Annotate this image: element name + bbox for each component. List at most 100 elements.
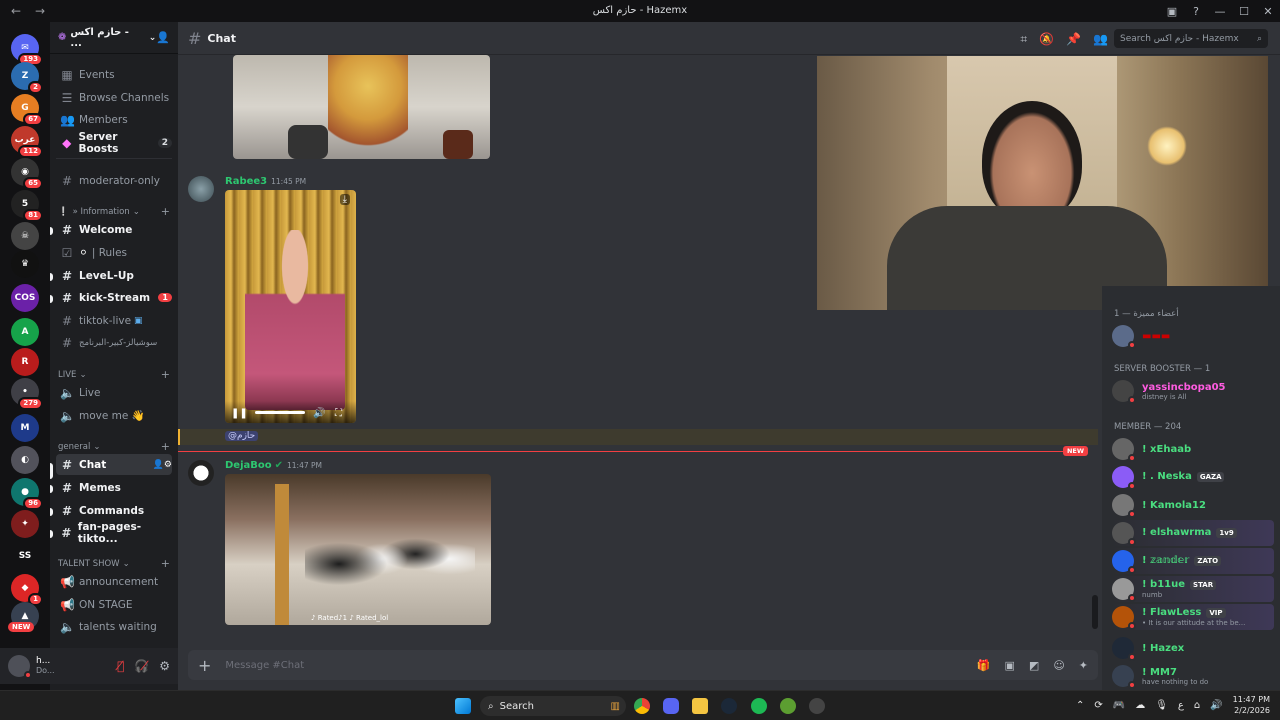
pin-icon[interactable]: 📌 bbox=[1066, 32, 1081, 47]
user-mention[interactable]: @حازم bbox=[225, 431, 259, 441]
server-icon[interactable]: ◐ bbox=[11, 446, 39, 474]
volume-icon[interactable]: 🔊 bbox=[313, 408, 325, 419]
server-icon[interactable]: • 279 bbox=[11, 378, 43, 410]
emoji-icon[interactable]: ☺ bbox=[1053, 659, 1064, 672]
channel-moderator-only[interactable]: # moderator-only bbox=[56, 170, 172, 191]
category-talent-show[interactable]: TALENT SHOW ⌄ + bbox=[58, 557, 170, 570]
server-icon[interactable]: COS bbox=[11, 284, 39, 312]
mute-notifications-icon[interactable]: 🔕 bbox=[1039, 32, 1054, 47]
channel-level-up[interactable]: # LeveL-Up bbox=[56, 265, 172, 286]
close-button[interactable]: ✕ bbox=[1256, 5, 1280, 18]
app-icon[interactable] bbox=[780, 698, 796, 714]
threads-icon[interactable]: ⌗ bbox=[1020, 32, 1027, 47]
gaming-icon[interactable]: 🎮 bbox=[1113, 700, 1125, 711]
category-live[interactable]: LIVE ⌄ + bbox=[58, 368, 170, 381]
channel-rules[interactable]: ☑ ⚪ | Rules bbox=[56, 242, 172, 263]
server-icon[interactable]: عرب 112 bbox=[11, 126, 43, 158]
server-icon[interactable]: Z2 bbox=[11, 62, 43, 94]
server-icon[interactable]: A bbox=[11, 318, 39, 346]
voice-talents-waiting[interactable]: 🔈 talents waiting bbox=[56, 616, 172, 637]
invite-icon[interactable]: 👤 bbox=[156, 31, 170, 44]
cloud-icon[interactable]: ☁ bbox=[1135, 700, 1145, 711]
server-icon[interactable]: ◉ 65 bbox=[11, 158, 43, 190]
chevron-up-icon[interactable]: ⌃ bbox=[1076, 700, 1084, 711]
discord-icon[interactable] bbox=[663, 698, 679, 714]
gear-icon[interactable]: ⚙ bbox=[159, 659, 170, 673]
scrollbar[interactable] bbox=[1092, 595, 1098, 629]
category-general[interactable]: general ⌄ + bbox=[58, 440, 170, 453]
wifi-icon[interactable]: ⌂ bbox=[1194, 700, 1200, 711]
search-input[interactable]: Search حازم اكس - Hazemx ⌕ bbox=[1114, 29, 1268, 48]
avatar[interactable] bbox=[188, 460, 214, 486]
server-icon[interactable]: ☠ bbox=[11, 222, 39, 250]
add-channel-icon[interactable]: + bbox=[161, 440, 170, 453]
add-channel-icon[interactable]: + bbox=[161, 205, 170, 218]
taskbar-search[interactable]: ⌕ Search ▥ bbox=[480, 696, 626, 716]
channel-announcement[interactable]: 📢 announcement bbox=[56, 571, 172, 592]
video-attachment[interactable]: ♪ Rated♪1 ♪ Rated_lol bbox=[225, 474, 491, 625]
file-explorer-icon[interactable] bbox=[692, 698, 708, 714]
message-author[interactable]: Rabee3 11:45 PM bbox=[225, 176, 306, 187]
channel-browse[interactable]: ☰ Browse Channels bbox=[56, 87, 172, 108]
sticker-icon[interactable]: ◩ bbox=[1029, 659, 1039, 672]
member-item[interactable]: ! FlawLess VIP • It is our attitude at the… bbox=[1112, 604, 1274, 630]
add-channel-icon[interactable]: + bbox=[161, 368, 170, 381]
video-progress-bar[interactable] bbox=[255, 411, 305, 414]
channel-arabic-socials[interactable]: # سوشيالز-كبير-البرنامج bbox=[56, 332, 172, 353]
network-icon[interactable]: ⟳ bbox=[1094, 700, 1102, 711]
add-attachment-icon[interactable]: + bbox=[198, 656, 211, 675]
server-icon[interactable]: ◆ 1 bbox=[11, 574, 43, 606]
server-icon[interactable]: ♛ bbox=[11, 250, 39, 278]
language-indicator[interactable]: ع bbox=[1178, 700, 1184, 711]
clock[interactable]: 11:47 PM 2/2/2026 bbox=[1233, 694, 1270, 716]
server-icon[interactable]: ✉ 193 bbox=[11, 34, 43, 66]
gif-icon[interactable]: ▣ bbox=[1005, 659, 1015, 672]
spotify-icon[interactable] bbox=[751, 698, 767, 714]
avatar[interactable] bbox=[188, 176, 214, 202]
windows-start-icon[interactable] bbox=[455, 698, 471, 714]
channel-memes[interactable]: # Memes bbox=[56, 477, 172, 498]
channel-members[interactable]: 👥 Members bbox=[56, 109, 172, 130]
obs-icon[interactable] bbox=[809, 698, 825, 714]
maximize-button[interactable]: ☐ bbox=[1232, 5, 1256, 18]
channel-settings-icon[interactable]: 👤⚙ bbox=[153, 460, 172, 470]
message-author[interactable]: DejaBoo ✔ 11:47 PM bbox=[225, 460, 322, 471]
pause-icon[interactable]: ❚❚ bbox=[231, 408, 248, 419]
video-attachment[interactable]: ❚❚ 🔊 ⛶ ⤓ bbox=[225, 190, 356, 423]
message-composer[interactable]: + Message #Chat 🎁 ▣ ◩ ☺ ✦ bbox=[188, 650, 1098, 680]
member-item[interactable]: ▬▬▬ bbox=[1112, 323, 1274, 349]
member-item[interactable]: ! . Neska GAZA bbox=[1112, 464, 1274, 490]
channel-server-boosts[interactable]: ◆ Server Boosts 2 bbox=[56, 131, 172, 155]
apps-icon[interactable]: ✦ bbox=[1079, 659, 1088, 672]
channel-chat[interactable]: # Chat 👤⚙ bbox=[56, 454, 172, 475]
mic-icon[interactable]: 🎙 bbox=[1155, 700, 1168, 711]
download-icon[interactable]: ⤓ bbox=[339, 194, 350, 205]
avatar[interactable] bbox=[8, 655, 32, 679]
channel-tiktok-live[interactable]: # tiktok-live ▣ bbox=[56, 310, 172, 331]
channel-events[interactable]: ▦ Events bbox=[56, 64, 172, 85]
gift-icon[interactable]: 🎁 bbox=[977, 659, 991, 672]
help-icon[interactable]: ? bbox=[1184, 5, 1208, 18]
member-item[interactable]: ! Kamola12 bbox=[1112, 492, 1274, 518]
member-item[interactable]: ! b11ue STAR numb bbox=[1112, 576, 1274, 602]
mute-mic-icon[interactable]: 🎙̸ bbox=[117, 659, 124, 673]
member-item[interactable]: ! MM7 have nothing to do bbox=[1112, 663, 1274, 689]
member-list-icon[interactable]: 👥 bbox=[1093, 32, 1108, 47]
server-icon[interactable]: G 67 bbox=[11, 94, 43, 126]
add-channel-icon[interactable]: + bbox=[161, 557, 170, 570]
member-item[interactable]: ! 𝕫𝕒𝕟𝕕𝕖𝕣 ZATO bbox=[1112, 548, 1274, 574]
category-information[interactable]: ❕» Information ⌄ + bbox=[58, 205, 170, 218]
channel-kick-stream[interactable]: # kick-Stream 1 bbox=[56, 287, 172, 308]
channel-commands[interactable]: # Commands bbox=[56, 500, 172, 521]
member-item[interactable]: ! elshawrma 1v9 bbox=[1112, 520, 1274, 546]
member-item[interactable]: yassincbopa05 distney is All bbox=[1112, 378, 1274, 404]
member-item[interactable]: ! xEhaab bbox=[1112, 436, 1274, 462]
server-icon[interactable]: 5 81 bbox=[11, 190, 43, 222]
minimize-button[interactable]: — bbox=[1208, 5, 1232, 18]
server-header[interactable]: ❁ حازم اكس - ... ⌄ 👤 bbox=[50, 22, 178, 54]
volume-icon[interactable]: 🔊 bbox=[1210, 700, 1222, 711]
voice-channel-live[interactable]: 🔈 Live bbox=[56, 382, 172, 403]
member-item[interactable]: ! Hazex bbox=[1112, 635, 1274, 661]
server-icon[interactable]: M bbox=[11, 414, 39, 442]
server-icon[interactable]: R bbox=[11, 348, 39, 376]
